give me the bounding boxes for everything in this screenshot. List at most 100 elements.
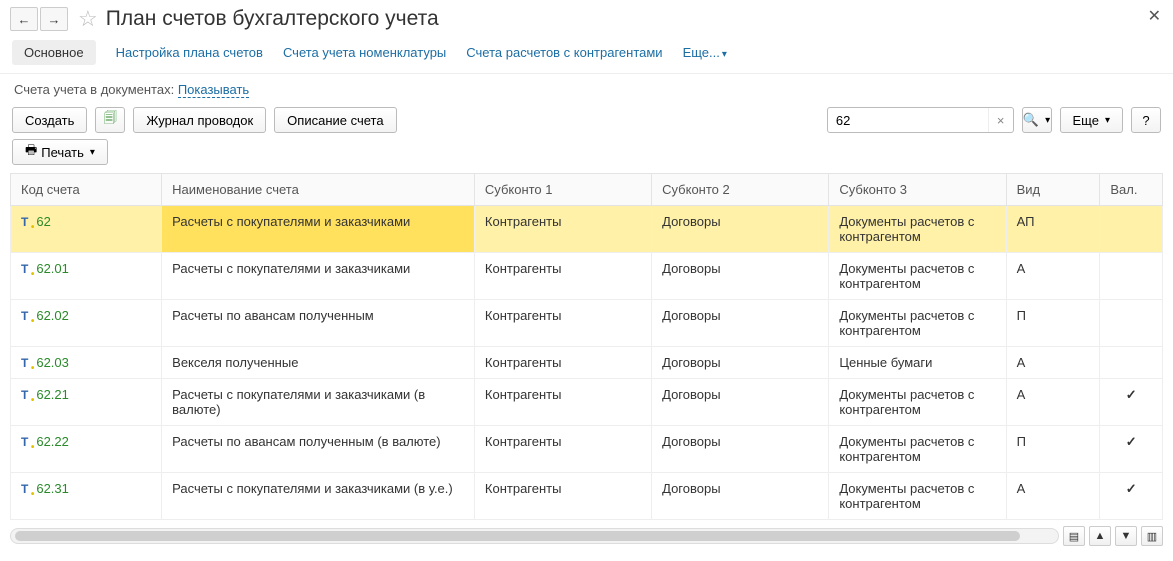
copy-icon: 🗐	[104, 109, 117, 131]
table-row[interactable]: T62.02Расчеты по авансам полученнымКонтр…	[11, 300, 1163, 347]
search-icon: 🔍	[1023, 112, 1039, 128]
account-type-icon: T	[21, 356, 28, 370]
account-code: 62.31	[36, 481, 69, 496]
description-button[interactable]: Описание счета	[274, 107, 396, 133]
nav-back-button[interactable]: ←	[10, 7, 38, 31]
table-row[interactable]: T 62.21 Расчеты с покупателями и заказчика…	[11, 379, 1163, 426]
cell-kind: П	[1006, 300, 1100, 347]
cell-sub3: Документы расчетов с контрагентом	[829, 379, 1006, 426]
chevron-down-icon: ▾	[1045, 115, 1050, 126]
cell-currency	[1100, 253, 1163, 300]
account-name: Расчеты с покупателями и заказчиками	[162, 253, 475, 300]
arrow-left-icon: ←	[18, 12, 31, 27]
account-name: Векселя полученные	[162, 347, 475, 379]
create-button[interactable]: Создать	[12, 107, 87, 133]
account-name: Расчеты с покупателями и заказчиками (в …	[162, 473, 475, 520]
search-input[interactable]	[828, 111, 988, 130]
search-field-wrap: ×	[827, 107, 1014, 133]
cell-sub3: Документы расчетов с контрагентом	[829, 206, 1006, 253]
favorite-star-icon[interactable]: ☆	[78, 6, 98, 32]
search-clear-button[interactable]: ×	[988, 108, 1013, 132]
arrow-right-icon: →	[48, 12, 61, 27]
page-title: План счетов бухгалтерского учета	[106, 7, 439, 31]
cell-sub1: Контрагенты	[474, 379, 651, 426]
account-code: 62.21	[36, 387, 69, 402]
table-row[interactable]: T62.31Расчеты с покупателями и заказчика…	[11, 473, 1163, 520]
cell-kind: П	[1006, 426, 1100, 473]
help-button[interactable]: ?	[1131, 107, 1161, 133]
print-button[interactable]: 🖶 Печать ▾	[12, 139, 108, 165]
scroll-bottom-button[interactable]: ▥	[1141, 526, 1163, 546]
account-type-icon: T	[21, 388, 28, 402]
tab-plan-settings[interactable]: Настройка плана счетов	[116, 45, 263, 60]
scrollbar-thumb[interactable]	[15, 531, 1020, 541]
cell-kind: А	[1006, 347, 1100, 379]
cell-currency: ✓	[1100, 379, 1163, 426]
col-val[interactable]: Вал.	[1100, 174, 1163, 206]
account-name: Расчеты с покупателями и заказчиками (в …	[162, 379, 475, 426]
account-type-icon: T	[21, 215, 28, 229]
close-button[interactable]: ✕	[1148, 6, 1161, 26]
account-name: Расчеты с покупателями и заказчиками	[162, 206, 475, 253]
cell-sub2: Договоры	[652, 473, 829, 520]
chevron-down-icon: ▾	[722, 49, 727, 60]
col-sub3[interactable]: Субконто 3	[829, 174, 1006, 206]
doc-accounts-toggle[interactable]: Показывать	[178, 82, 249, 98]
journal-button[interactable]: Журнал проводок	[133, 107, 266, 133]
cell-kind: А	[1006, 379, 1100, 426]
cell-sub2: Договоры	[652, 347, 829, 379]
cell-sub2: Договоры	[652, 206, 829, 253]
account-name: Расчеты по авансам полученным	[162, 300, 475, 347]
account-type-icon: T	[21, 309, 28, 323]
table-row[interactable]: T62.03Векселя полученныеКонтрагентыДогов…	[11, 347, 1163, 379]
tab-nomenclature-accounts[interactable]: Счета учета номенклатуры	[283, 45, 446, 60]
account-code: 62	[36, 214, 50, 229]
col-kind[interactable]: Вид	[1006, 174, 1100, 206]
cell-sub1: Контрагенты	[474, 253, 651, 300]
cell-sub1: Контрагенты	[474, 347, 651, 379]
cell-currency	[1100, 300, 1163, 347]
cell-sub1: Контрагенты	[474, 426, 651, 473]
cell-kind: А	[1006, 253, 1100, 300]
printer-icon: 🖶	[25, 141, 37, 163]
account-code: 62.02	[36, 308, 69, 323]
account-code: 62.22	[36, 434, 69, 449]
cell-sub3: Ценные бумаги	[829, 347, 1006, 379]
cell-sub2: Договоры	[652, 253, 829, 300]
cell-sub3: Документы расчетов с контрагентом	[829, 426, 1006, 473]
cell-sub3: Документы расчетов с контрагентом	[829, 473, 1006, 520]
more-actions-button[interactable]: Еще▾	[1060, 107, 1123, 133]
scroll-up-button[interactable]: ▲	[1089, 526, 1111, 546]
scroll-down-button[interactable]: ▼	[1115, 526, 1137, 546]
col-sub2[interactable]: Субконто 2	[652, 174, 829, 206]
chevron-down-icon: ▾	[1105, 115, 1110, 126]
search-run-button[interactable]: 🔍▾	[1022, 107, 1052, 133]
col-code[interactable]: Код счета	[11, 174, 162, 206]
col-name[interactable]: Наименование счета	[162, 174, 475, 206]
tab-counterparty-accounts[interactable]: Счета расчетов с контрагентами	[466, 45, 662, 60]
scroll-top-button[interactable]: ▤	[1063, 526, 1085, 546]
cell-kind: А	[1006, 473, 1100, 520]
cell-currency: ✓	[1100, 426, 1163, 473]
account-name: Расчеты по авансам полученным (в валюте)	[162, 426, 475, 473]
doc-accounts-label: Счета учета в документах:	[14, 82, 174, 97]
table-row[interactable]: T62Расчеты с покупателями и заказчикамиК…	[11, 206, 1163, 253]
copy-button[interactable]: 🗐	[95, 107, 125, 133]
tab-more[interactable]: Еще...▾	[683, 45, 727, 60]
horizontal-scrollbar[interactable]	[10, 528, 1059, 544]
cell-sub2: Договоры	[652, 379, 829, 426]
nav-forward-button[interactable]: →	[40, 7, 68, 31]
tab-main[interactable]: Основное	[12, 40, 96, 65]
account-type-icon: T	[21, 435, 28, 449]
cell-kind: АП	[1006, 206, 1100, 253]
cell-sub3: Документы расчетов с контрагентом	[829, 300, 1006, 347]
table-row[interactable]: T 62.22 Расчеты по авансам полученным (в в…	[11, 426, 1163, 473]
table-row[interactable]: T62.01Расчеты с покупателями и заказчика…	[11, 253, 1163, 300]
account-type-icon: T	[21, 262, 28, 276]
chevron-down-icon: ▾	[90, 147, 95, 158]
cell-currency	[1100, 347, 1163, 379]
cell-currency	[1100, 206, 1163, 253]
cell-currency: ✓	[1100, 473, 1163, 520]
col-sub1[interactable]: Субконто 1	[474, 174, 651, 206]
accounts-table: Код счета Наименование счета Субконто 1 …	[10, 173, 1163, 520]
